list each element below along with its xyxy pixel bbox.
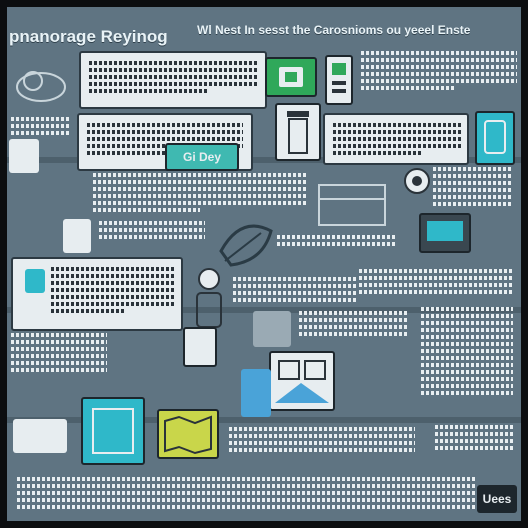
cabinet-icon xyxy=(253,311,291,347)
text-row-middle-5 xyxy=(299,311,409,339)
text-column-right-1 xyxy=(361,51,517,111)
map-icon xyxy=(157,409,219,459)
text-column-right-5 xyxy=(435,425,513,453)
box-icon xyxy=(313,171,403,231)
text-card-3 xyxy=(323,113,469,165)
text-row-middle-3 xyxy=(277,235,395,249)
text-column-left xyxy=(11,117,71,138)
bottle-icon xyxy=(275,103,321,161)
blue-panel xyxy=(241,369,271,417)
paper-icon xyxy=(9,139,39,173)
gear-icon xyxy=(399,163,435,199)
pin-icon xyxy=(25,269,45,293)
cloud-icon xyxy=(11,57,71,107)
device-icon xyxy=(325,55,353,105)
text-row-middle-2 xyxy=(99,221,205,242)
person-icon xyxy=(189,263,229,333)
badge: Gi Dey xyxy=(165,143,239,171)
container-icon xyxy=(81,397,145,465)
text-column-right-4 xyxy=(421,307,513,398)
cup-icon xyxy=(183,327,217,367)
text-row-middle-1 xyxy=(93,173,307,215)
screen-icon xyxy=(419,213,471,253)
image-frame: pnanorage Reyinog Wl Nest In sesst the C… xyxy=(0,0,528,528)
footer-text xyxy=(17,477,477,512)
text-row-bottom-1 xyxy=(229,427,415,455)
header-left-title: pnanorage Reyinog xyxy=(9,27,168,46)
text-column-left-2 xyxy=(11,333,107,375)
phone-icon xyxy=(475,111,515,165)
text-column-right-2 xyxy=(433,167,513,209)
document-icon xyxy=(63,219,91,253)
header-right-title: Wl Nest In sesst the Carosnioms ou yeeel… xyxy=(197,23,471,37)
cloud-shape xyxy=(13,419,67,453)
chip-icon xyxy=(265,57,317,97)
text-card-4 xyxy=(11,257,183,331)
footer-logo: Uees xyxy=(477,485,517,513)
scanner-icon xyxy=(269,351,335,411)
infographic-canvas: pnanorage Reyinog Wl Nest In sesst the C… xyxy=(7,7,521,521)
text-row-middle-4 xyxy=(233,277,357,305)
text-card-1 xyxy=(79,51,267,109)
text-column-right-3 xyxy=(359,269,513,297)
